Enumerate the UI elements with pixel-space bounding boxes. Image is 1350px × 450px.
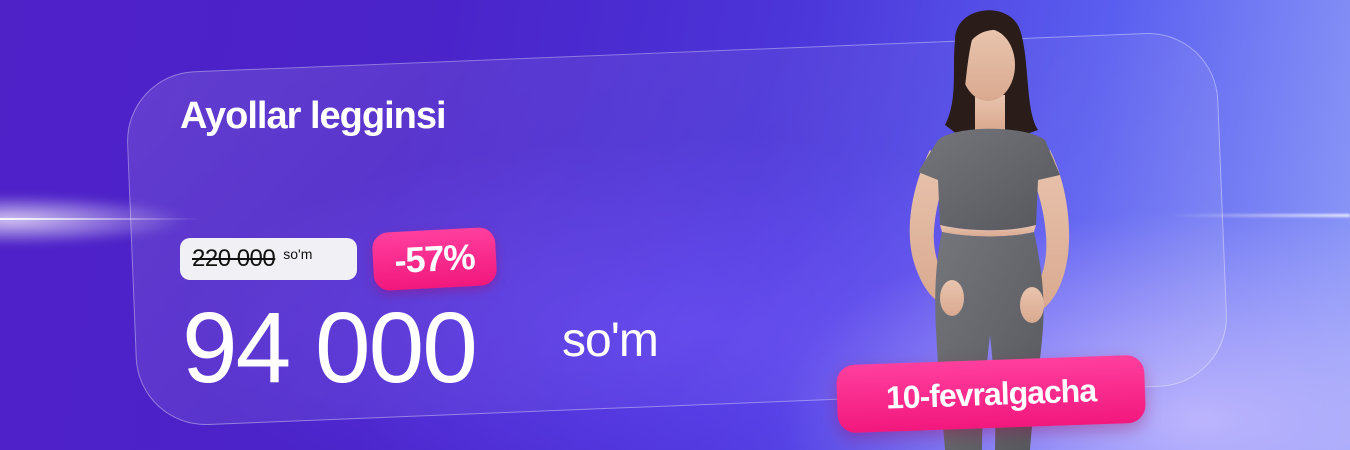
old-price-value: 220 000 xyxy=(192,245,276,272)
promo-banner[interactable]: Ayollar legginsi 220 000 so'm -57% 94 00… xyxy=(0,0,1350,450)
old-price-currency: so'm xyxy=(283,246,313,262)
deadline-badge: 10-fevralgacha xyxy=(835,354,1147,434)
old-price-tag: 220 000 so'm xyxy=(180,238,357,280)
product-title: Ayollar legginsi xyxy=(180,95,447,137)
current-price: 94 000 xyxy=(182,292,478,404)
discount-badge: -57% xyxy=(371,226,498,292)
current-price-currency: so'm xyxy=(562,314,659,367)
